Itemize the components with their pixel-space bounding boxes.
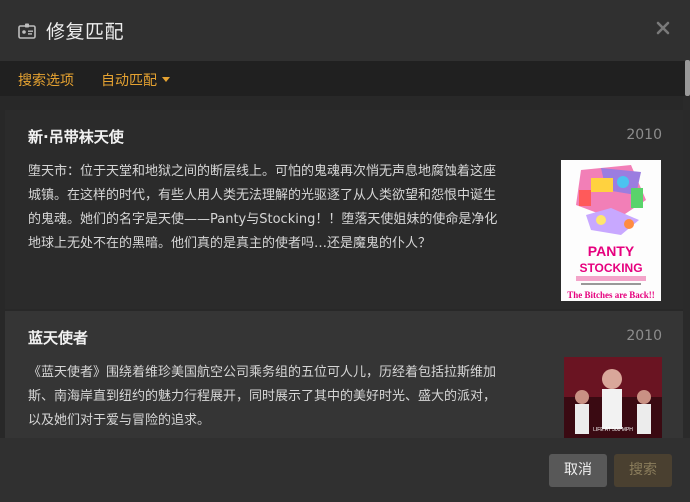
dialog-header: 修复匹配	[0, 0, 690, 61]
poster-caption: The Bitches are Back!!	[567, 290, 655, 300]
result-poster: LIFE AT 500 MPH FLY	[564, 357, 662, 438]
search-tabs: 搜索选项 自动匹配	[0, 61, 690, 96]
tab-search-options[interactable]: 搜索选项	[18, 70, 74, 90]
poster-caption: LIFE AT 500 MPH	[593, 427, 633, 433]
result-year: 2010	[626, 127, 662, 143]
fix-match-dialog: 修复匹配 搜索选项 自动匹配 新·吊带袜天使 2010 堕天市：位于天堂和地狱之…	[0, 0, 690, 502]
dialog-footer: 取消 搜索	[0, 438, 690, 502]
poster-artwork: PANTY STOCKING The Bitches are Back!!	[561, 160, 661, 301]
scrollbar-track[interactable]	[683, 96, 690, 438]
match-results-list: 新·吊带袜天使 2010 堕天市：位于天堂和地狱之间的断层线上。可怕的鬼魂再次悄…	[0, 96, 683, 438]
close-icon[interactable]	[654, 19, 672, 37]
tab-auto-match[interactable]: 自动匹配	[101, 70, 170, 90]
result-title: 新·吊带袜天使	[28, 128, 124, 146]
tab-label: 自动匹配	[101, 73, 157, 89]
id-card-icon	[18, 23, 36, 39]
result-description: 《蓝天使者》围绕着维珍美国航空公司乘务组的五位可人儿，历经着包括拉斯维加斯、南海…	[28, 365, 497, 428]
cancel-button[interactable]: 取消	[549, 454, 607, 487]
search-button[interactable]: 搜索	[614, 454, 672, 487]
result-year: 2010	[626, 328, 662, 344]
poster-artwork: LIFE AT 500 MPH FLY	[564, 357, 662, 438]
dialog-title: 修复匹配	[46, 21, 125, 43]
match-result-item[interactable]: 新·吊带袜天使 2010 堕天市：位于天堂和地狱之间的断层线上。可怕的鬼魂再次悄…	[5, 110, 683, 309]
svg-text:STOCKING: STOCKING	[579, 261, 642, 275]
scrollbar-thumb[interactable]	[685, 60, 690, 96]
svg-text:PANTY: PANTY	[588, 243, 635, 259]
match-result-item[interactable]: 蓝天使者 2010 《蓝天使者》围绕着维珍美国航空公司乘务组的五位可人儿，历经着…	[5, 311, 683, 438]
tab-label: 搜索选项	[18, 73, 74, 89]
result-poster: PANTY STOCKING The Bitches are Back!!	[561, 160, 661, 301]
result-description: 堕天市：位于天堂和地狱之间的断层线上。可怕的鬼魂再次悄无声息地腐蚀着这座城镇。在…	[28, 164, 498, 251]
caret-down-icon	[162, 76, 170, 82]
result-title: 蓝天使者	[28, 329, 89, 347]
